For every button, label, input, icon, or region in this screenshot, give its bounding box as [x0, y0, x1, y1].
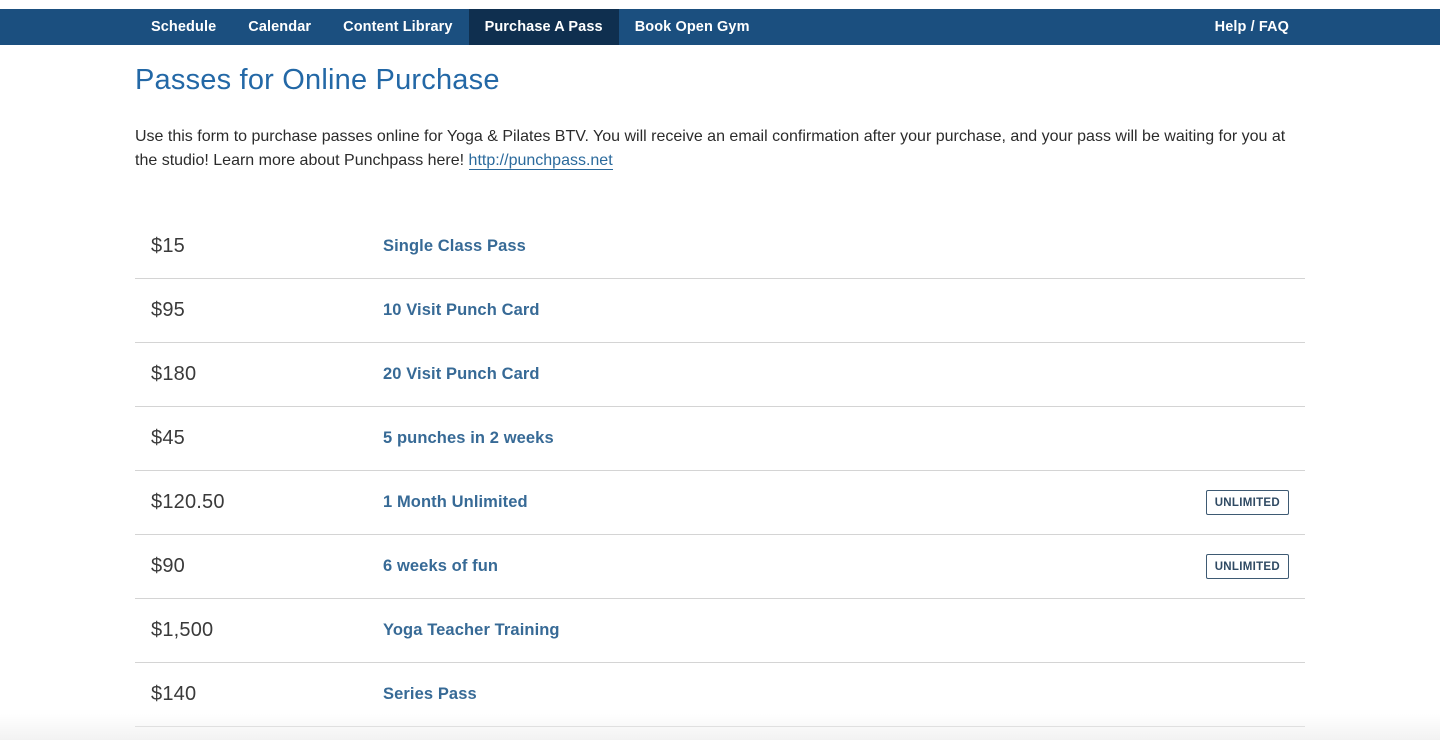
pass-name-link[interactable]: Yoga Teacher Training [383, 621, 560, 640]
pass-name-link[interactable]: Single Class Pass [383, 237, 526, 256]
pass-row[interactable]: $15 Single Class Pass [135, 215, 1305, 279]
pass-name-link[interactable]: 10 Visit Punch Card [383, 301, 540, 320]
pass-price: $45 [151, 427, 185, 449]
pass-price: $90 [151, 555, 185, 577]
pass-row[interactable]: $140 Series Pass [135, 663, 1305, 727]
nav-right: Help / FAQ [1199, 9, 1305, 45]
pass-name-link[interactable]: Series Pass [383, 685, 477, 704]
intro-text: Use this form to purchase passes online … [135, 128, 1286, 169]
pass-list: $15 Single Class Pass $95 10 Visit Punch… [135, 215, 1305, 727]
nav-item-content-library[interactable]: Content Library [327, 9, 468, 45]
unlimited-badge: UNLIMITED [1205, 554, 1289, 579]
top-strip [0, 0, 1440, 9]
page-title: Passes for Online Purchase [135, 64, 500, 96]
nav-menu: Schedule Calendar Content Library Purcha… [135, 9, 766, 45]
pass-name-link[interactable]: 6 weeks of fun [383, 557, 498, 576]
unlimited-badge: UNLIMITED [1205, 490, 1289, 515]
pass-row[interactable]: $45 5 punches in 2 weeks [135, 407, 1305, 471]
main-content: Passes for Online Purchase Use this form… [135, 45, 1305, 727]
pass-name-link[interactable]: 20 Visit Punch Card [383, 365, 540, 384]
intro-paragraph: Use this form to purchase passes online … [135, 125, 1305, 173]
pass-price: $180 [151, 363, 197, 385]
pass-price: $140 [151, 683, 197, 705]
pass-row[interactable]: $120.50 1 Month Unlimited UNLIMITED [135, 471, 1305, 535]
top-navigation: Schedule Calendar Content Library Purcha… [0, 9, 1440, 45]
punchpass-link[interactable]: http://punchpass.net [468, 152, 613, 170]
pass-row[interactable]: $1,500 Yoga Teacher Training [135, 599, 1305, 663]
nav-item-book-open-gym[interactable]: Book Open Gym [619, 9, 766, 45]
nav-item-help-faq[interactable]: Help / FAQ [1199, 9, 1305, 45]
nav-item-purchase-a-pass[interactable]: Purchase A Pass [468, 9, 619, 45]
pass-price: $1,500 [151, 619, 214, 641]
pass-price: $120.50 [151, 491, 225, 513]
nav-item-calendar[interactable]: Calendar [232, 9, 327, 45]
pass-price: $95 [151, 299, 185, 321]
pass-price: $15 [151, 235, 185, 257]
pass-row[interactable]: $90 6 weeks of fun UNLIMITED [135, 535, 1305, 599]
pass-name-link[interactable]: 5 punches in 2 weeks [383, 429, 554, 448]
pass-row[interactable]: $95 10 Visit Punch Card [135, 279, 1305, 343]
pass-name-link[interactable]: 1 Month Unlimited [383, 493, 528, 512]
pass-row[interactable]: $180 20 Visit Punch Card [135, 343, 1305, 407]
nav-item-schedule[interactable]: Schedule [135, 9, 232, 45]
